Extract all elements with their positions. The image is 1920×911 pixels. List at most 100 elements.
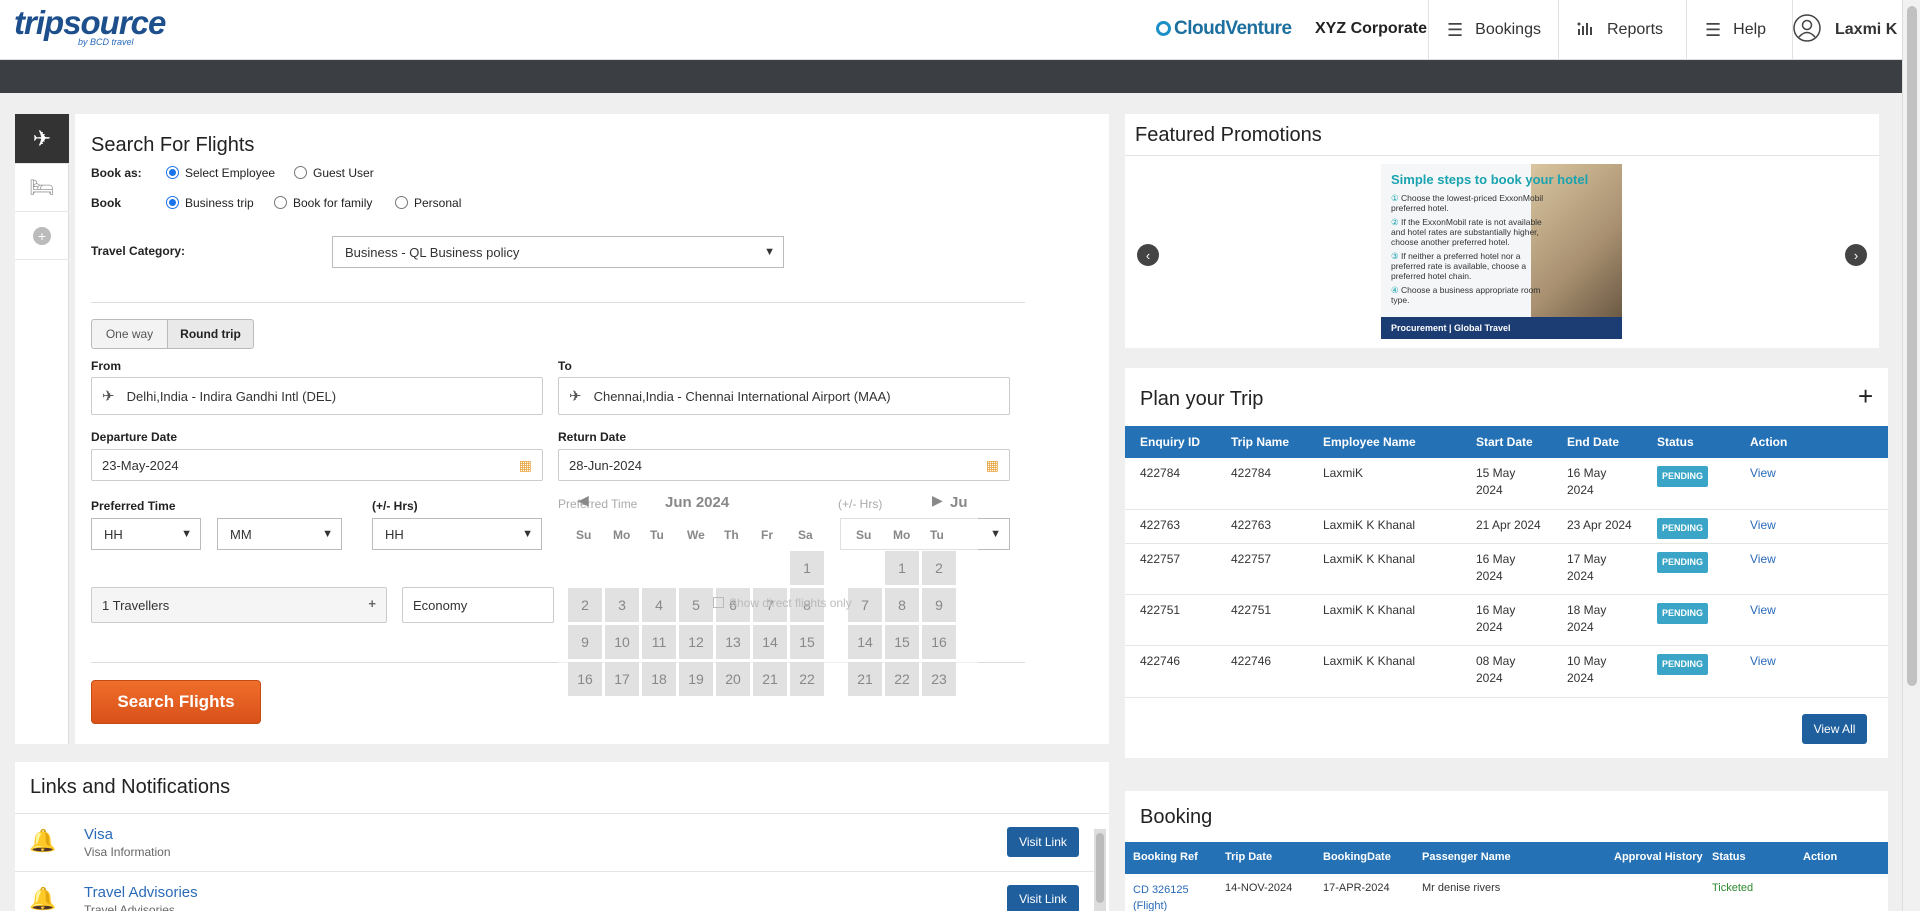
cabin-class-input[interactable]: Economy <box>402 587 554 623</box>
departure-hour-select[interactable]: HH ▼ <box>91 518 201 550</box>
round-trip-toggle[interactable]: Round trip <box>167 319 254 349</box>
calendar-day[interactable]: 9 <box>568 625 602 659</box>
plan-table-row: 422784 422784 LaxmiK 15 May 2024 16 May 2024… <box>1125 458 1888 510</box>
select-value: HH <box>385 526 404 542</box>
weekday-header: Th <box>724 528 739 542</box>
calendar-day[interactable]: 2 <box>568 588 602 622</box>
calendar-day[interactable]: 14 <box>848 625 882 659</box>
calendar-day[interactable]: 19 <box>679 662 713 696</box>
calendar-day[interactable]: 1 <box>790 551 824 585</box>
direct-flights-checkbox[interactable]: Show direct flights only <box>713 596 852 610</box>
calendar-day[interactable]: 23 <box>922 662 956 696</box>
calendar-day[interactable]: 22 <box>885 662 919 696</box>
calendar-day[interactable]: 13 <box>716 625 750 659</box>
flight-tab[interactable]: ✈ <box>15 114 69 164</box>
weekday-header: We <box>687 528 705 542</box>
radio-book-for-family[interactable]: Book for family <box>274 196 372 210</box>
visit-link-button[interactable]: Visit Link <box>1007 885 1079 911</box>
link-title[interactable]: Visa <box>84 826 113 843</box>
view-link[interactable]: View <box>1750 602 1776 619</box>
next-month-icon[interactable]: ▶ <box>932 492 943 509</box>
search-flights-button[interactable]: Search Flights <box>91 680 261 724</box>
user-menu[interactable]: Laxmi K <box>1792 0 1902 60</box>
departure-plusminus-select[interactable]: HH ▼ <box>372 518 542 550</box>
calendar-day[interactable]: 7 <box>848 588 882 622</box>
calendar-day[interactable]: 5 <box>679 588 713 622</box>
end-date: 10 May 2024 <box>1567 654 1607 685</box>
calendar-day[interactable]: 1 <box>885 551 919 585</box>
calendar-day[interactable]: 20 <box>716 662 750 696</box>
calendar-day[interactable]: 4 <box>642 588 676 622</box>
calendar-day[interactable]: 3 <box>605 588 639 622</box>
add-product-tab[interactable]: + <box>15 212 69 260</box>
from-input[interactable]: ✈ Delhi,India - Indira Gandhi Intl (DEL) <box>91 377 543 415</box>
calendar-day[interactable]: 17 <box>605 662 639 696</box>
booking-ref: CD 326125 <box>1133 884 1189 896</box>
nav-bookings[interactable]: ☰ Bookings <box>1428 0 1558 60</box>
calendar-day[interactable]: 2 <box>922 551 956 585</box>
scrollbar-thumb[interactable] <box>1907 6 1917 686</box>
add-plan-icon[interactable]: + <box>1858 381 1873 412</box>
trip-date: 14-NOV-2024 <box>1225 882 1293 894</box>
calendar-day[interactable]: 10 <box>605 625 639 659</box>
trip-name: 422784 <box>1231 466 1272 480</box>
calendar-day[interactable]: 18 <box>642 662 676 696</box>
to-input[interactable]: ✈ Chennai,India - Chennai International A… <box>558 377 1010 415</box>
calendar-day[interactable]: 11 <box>642 625 676 659</box>
one-way-toggle[interactable]: One way <box>91 319 168 349</box>
radio-select-employee[interactable]: Select Employee <box>166 166 275 180</box>
calendar-day[interactable]: 12 <box>679 625 713 659</box>
calendar-day[interactable]: 21 <box>848 662 882 696</box>
calendar-icon[interactable]: ▦ <box>519 457 532 474</box>
calendar-day[interactable]: 14 <box>753 625 787 659</box>
carousel-prev-button[interactable]: ‹ <box>1137 244 1159 266</box>
calendar-day[interactable]: 16 <box>922 625 956 659</box>
calendar-day[interactable]: 15 <box>885 625 919 659</box>
airplane-icon: ✈ <box>32 125 52 151</box>
hotel-tab[interactable]: 🛏 <box>15 164 69 212</box>
radio-icon <box>166 196 179 209</box>
scrollbar-thumb[interactable] <box>1096 833 1104 903</box>
view-link[interactable]: View <box>1750 517 1776 534</box>
nav-help[interactable]: ☰ Help <box>1686 0 1792 60</box>
view-link[interactable]: View <box>1750 653 1776 670</box>
calendar-day[interactable]: 9 <box>922 588 956 622</box>
promo-step: If the ExxonMobil rate is not available … <box>1391 217 1542 247</box>
return-date-input[interactable]: 28-Jun-2024 ▦ <box>558 449 1010 481</box>
visit-link-button[interactable]: Visit Link <box>1007 827 1079 857</box>
calendar-day[interactable]: 15 <box>790 625 824 659</box>
book-as-label: Book as: <box>91 166 142 180</box>
nav-reports[interactable]: Reports <box>1558 0 1686 60</box>
travel-category-select[interactable]: Business - QL Business policy ▼ <box>332 236 784 268</box>
search-title: Search For Flights <box>91 134 255 156</box>
radio-personal[interactable]: Personal <box>395 196 461 210</box>
view-link[interactable]: View <box>1750 551 1776 568</box>
top-header: tripsource by BCD travel CloudVenture XY… <box>0 0 1902 60</box>
datepicker-overlay[interactable]: Preferred Time (+/- Hrs) ◀ Jun 2024 ▶ Ju… <box>558 484 978 706</box>
carousel-next-button[interactable]: › <box>1845 244 1867 266</box>
view-link[interactable]: View <box>1750 465 1776 482</box>
link-title[interactable]: Travel Advisories <box>84 884 198 901</box>
calendar-icon[interactable]: ▦ <box>986 457 999 474</box>
view-all-button[interactable]: View All <box>1802 714 1867 744</box>
promotion-banner[interactable]: Simple steps to book your hotel ① Choose… <box>1381 164 1622 339</box>
column-header: End Date <box>1567 435 1620 449</box>
departure-minute-select[interactable]: MM ▼ <box>217 518 342 550</box>
radio-business-trip[interactable]: Business trip <box>166 196 254 210</box>
weekday-header: Fr <box>761 528 773 542</box>
travellers-input[interactable]: 1 Travellers + <box>91 587 387 623</box>
plus-icon[interactable]: + <box>368 596 376 611</box>
booking-ref-link[interactable]: CD 326125 (Flight) <box>1133 882 1189 911</box>
departure-date-input[interactable]: 23-May-2024 ▦ <box>91 449 543 481</box>
promo-steps: ① Choose the lowest-priced ExxonMobil pr… <box>1391 193 1544 305</box>
calendar-day[interactable]: 21 <box>753 662 787 696</box>
calendar-day[interactable]: 16 <box>568 662 602 696</box>
radio-guest-user[interactable]: Guest User <box>294 166 374 180</box>
trip-name: 422751 <box>1231 603 1272 617</box>
ghost-plusminus: (+/- Hrs) <box>838 497 883 511</box>
calendar-day[interactable]: 22 <box>790 662 824 696</box>
prev-month-icon[interactable]: ◀ <box>578 492 589 509</box>
calendar-day[interactable]: 8 <box>885 588 919 622</box>
links-scrollbar[interactable] <box>1094 829 1106 911</box>
page-scrollbar[interactable] <box>1902 0 1920 911</box>
